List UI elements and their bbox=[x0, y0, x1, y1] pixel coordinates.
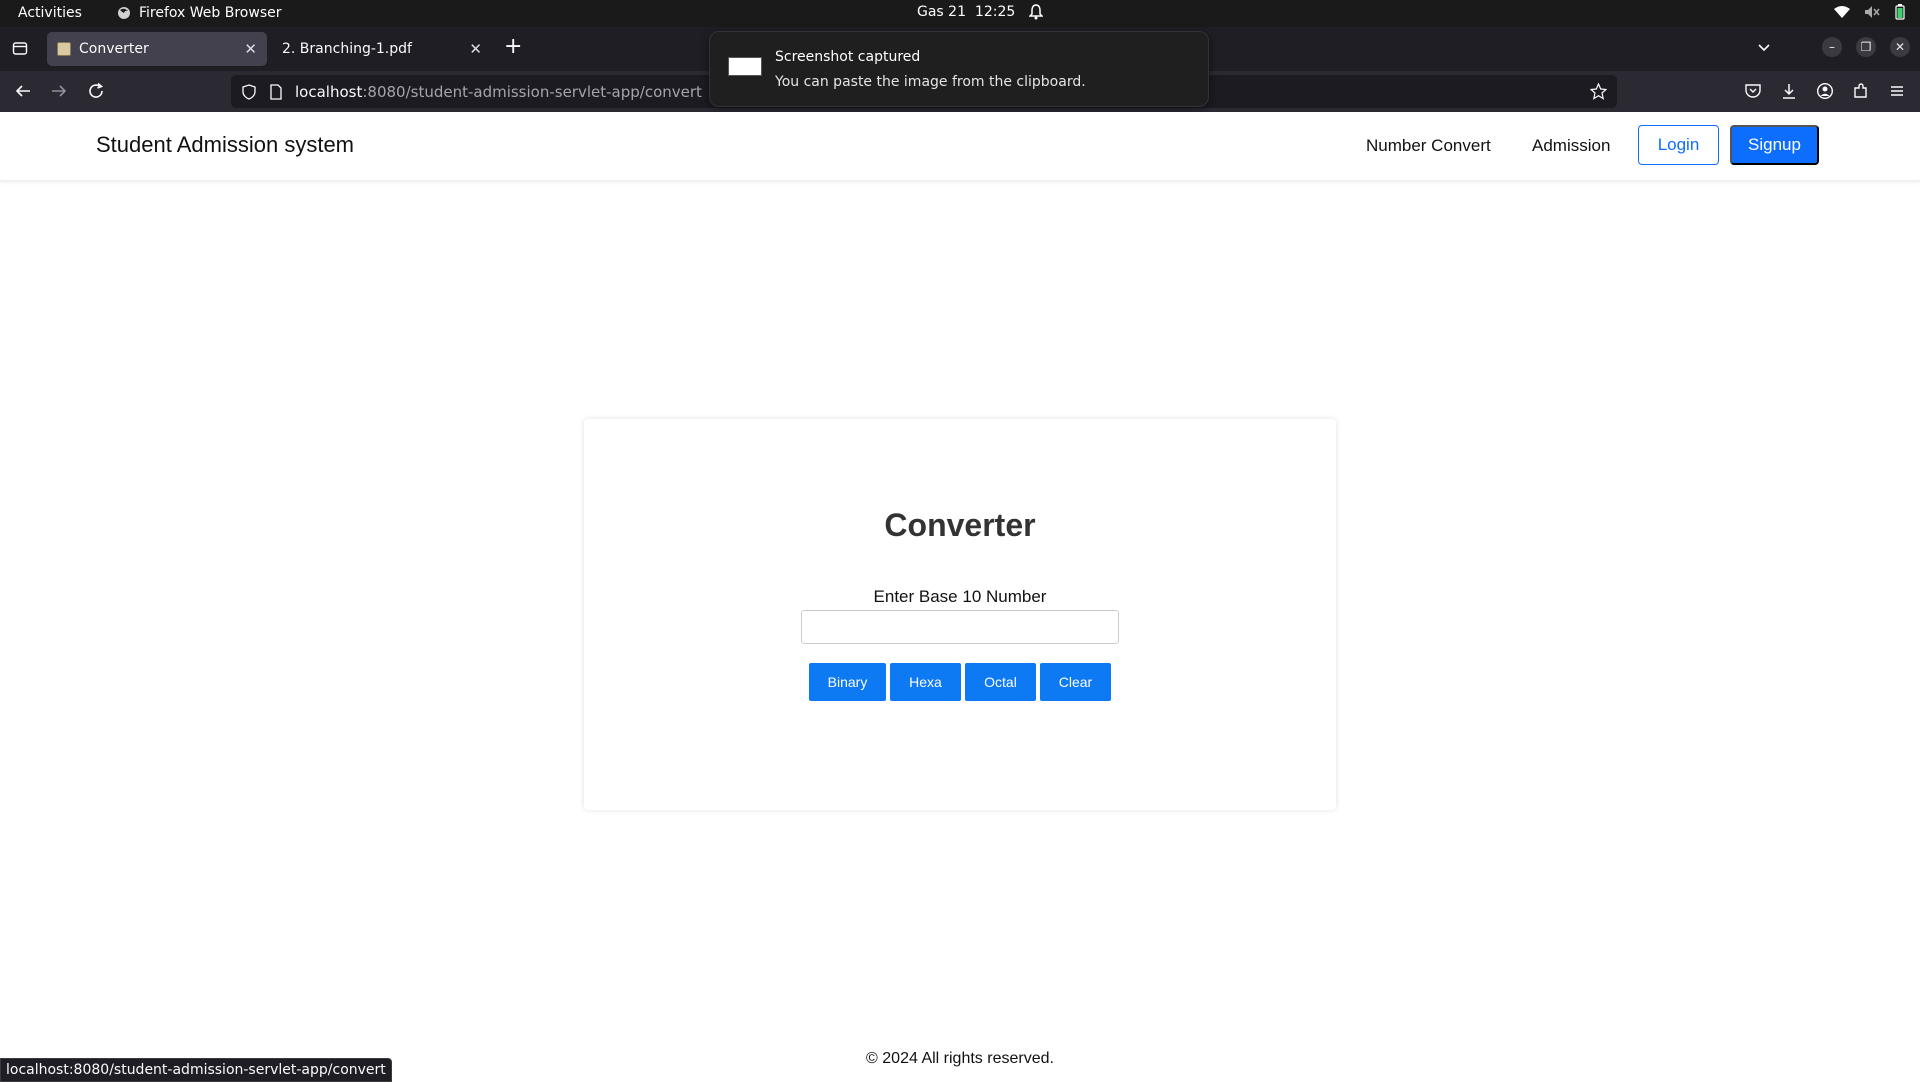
converter-card: Converter Enter Base 10 Number Binary He… bbox=[584, 419, 1336, 810]
clear-button[interactable]: Clear bbox=[1040, 663, 1111, 701]
date-text: Gas 21 bbox=[917, 4, 966, 20]
hexa-button[interactable]: Hexa bbox=[890, 663, 961, 701]
time-text: 12:25 bbox=[974, 4, 1016, 20]
tab-converter[interactable]: Converter ✕ bbox=[47, 32, 267, 66]
activities-button[interactable]: Activities bbox=[18, 5, 82, 21]
close-tab-icon[interactable]: ✕ bbox=[244, 40, 257, 58]
tab-label: Converter bbox=[79, 41, 149, 57]
octal-button[interactable]: Octal bbox=[965, 663, 1036, 701]
restore-icon[interactable]: ❐ bbox=[1856, 37, 1876, 57]
bookmark-star-icon[interactable] bbox=[1590, 83, 1607, 100]
login-button[interactable]: Login bbox=[1638, 125, 1719, 165]
link-status-bar: localhost:8080/student-admission-servlet… bbox=[0, 1058, 392, 1082]
close-tab-icon[interactable]: ✕ bbox=[469, 40, 482, 58]
system-top-bar: Activities Firefox Web Browser Gas 21 12… bbox=[0, 0, 1920, 27]
number-input-label: Enter Base 10 Number bbox=[873, 587, 1047, 606]
system-tray[interactable] bbox=[1834, 4, 1906, 20]
page-title: Converter bbox=[884, 507, 1036, 543]
firefox-icon bbox=[118, 7, 130, 19]
clock[interactable]: Gas 21 12:25 bbox=[917, 4, 1044, 20]
close-window-icon[interactable]: ✕ bbox=[1890, 37, 1910, 57]
page-info-icon[interactable] bbox=[269, 83, 283, 100]
site-brand[interactable]: Student Admission system bbox=[96, 132, 354, 158]
app-name: Firefox Web Browser bbox=[139, 5, 282, 21]
battery-icon bbox=[1895, 4, 1905, 20]
site-header: Student Admission system Number Convert … bbox=[0, 112, 1920, 181]
app-menu[interactable]: Firefox Web Browser bbox=[117, 5, 282, 21]
binary-button[interactable]: Binary bbox=[809, 663, 886, 701]
notification-body: You can paste the image from the clipboa… bbox=[775, 74, 1086, 90]
hamburger-menu-icon[interactable] bbox=[1888, 82, 1906, 100]
screenshot-thumbnail bbox=[728, 57, 762, 76]
url-host: localhost bbox=[295, 82, 363, 101]
downloads-icon[interactable] bbox=[1780, 82, 1798, 100]
minimize-icon[interactable]: – bbox=[1822, 37, 1842, 57]
nav-number-convert[interactable]: Number Convert bbox=[1366, 136, 1491, 156]
notification-title: Screenshot captured bbox=[775, 49, 921, 65]
url-text[interactable]: localhost:8080/student-admission-servlet… bbox=[295, 83, 702, 101]
toolbar-right bbox=[1744, 82, 1906, 100]
notification-bell-icon bbox=[1029, 4, 1044, 20]
extensions-icon[interactable] bbox=[1852, 82, 1870, 100]
volume-muted-icon bbox=[1865, 6, 1880, 18]
tab-label: 2. Branching-1.pdf bbox=[282, 41, 412, 57]
base10-number-input[interactable] bbox=[801, 610, 1119, 644]
account-icon[interactable] bbox=[1816, 82, 1834, 100]
window-controls: – ❐ ✕ bbox=[1822, 37, 1910, 57]
signup-button[interactable]: Signup bbox=[1730, 125, 1819, 165]
convert-button-row: Binary Hexa Octal Clear bbox=[809, 663, 1111, 701]
screenshot-notification[interactable]: Screenshot captured You can paste the im… bbox=[709, 31, 1209, 107]
forward-arrow-icon[interactable] bbox=[50, 82, 68, 100]
chevron-down-icon[interactable] bbox=[1756, 39, 1772, 55]
new-tab-plus-icon[interactable]: + bbox=[504, 36, 522, 58]
reload-icon[interactable] bbox=[87, 82, 105, 100]
wifi-icon bbox=[1834, 6, 1850, 18]
url-path: :8080/student-admission-servlet-app/conv… bbox=[362, 82, 702, 101]
nav-admission[interactable]: Admission bbox=[1532, 136, 1610, 156]
back-arrow-icon[interactable] bbox=[14, 82, 32, 100]
pocket-icon[interactable] bbox=[1744, 82, 1762, 100]
page-favicon-icon bbox=[57, 42, 71, 56]
clock-text: Gas 21 12:25 bbox=[917, 4, 1015, 20]
firefox-view-icon[interactable] bbox=[12, 40, 28, 56]
tracking-shield-icon[interactable] bbox=[241, 83, 257, 100]
tab-branching-pdf[interactable]: 2. Branching-1.pdf ✕ bbox=[272, 32, 492, 66]
